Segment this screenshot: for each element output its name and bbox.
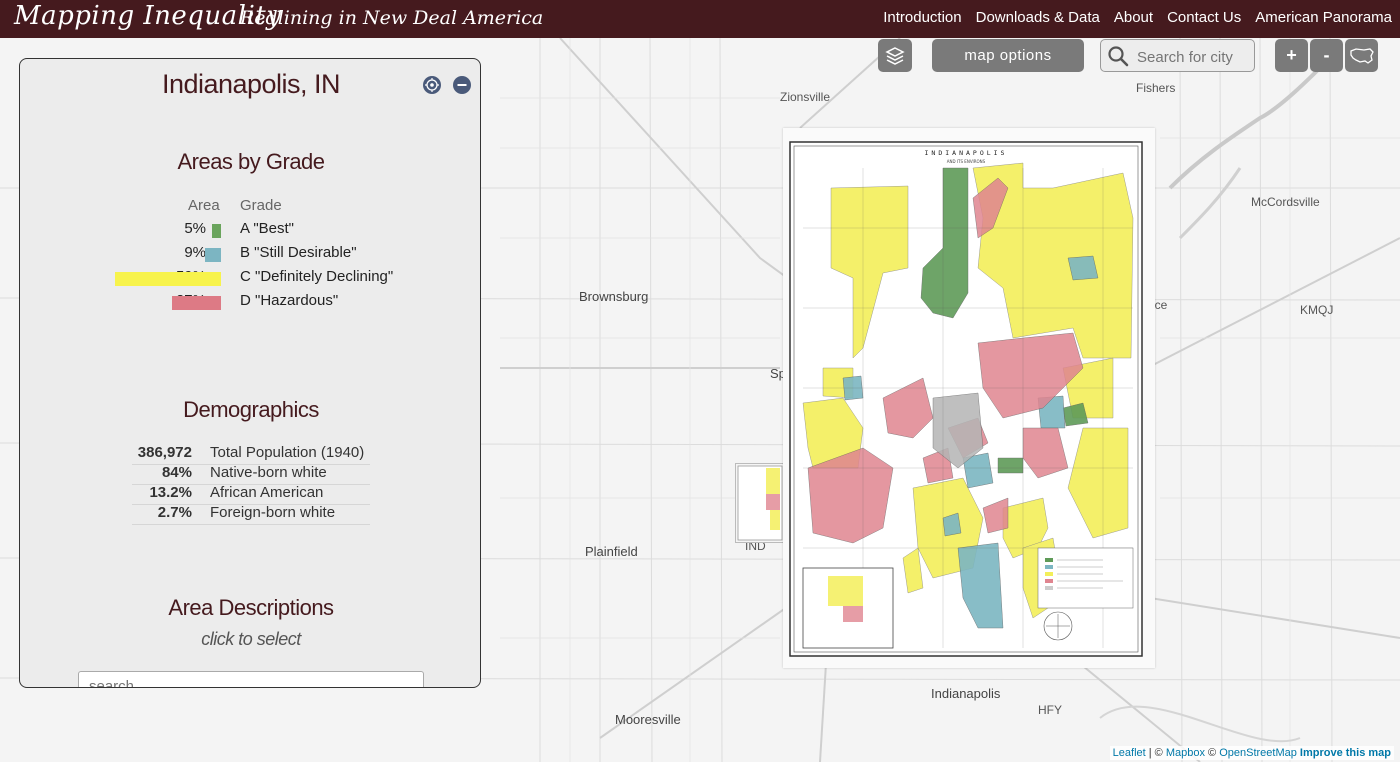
nav-introduction[interactable]: Introduction	[883, 9, 961, 26]
city-info-panel: Indianapolis, IN Areas by Grade Area Gra…	[19, 58, 481, 688]
grade-label: A "Best"	[240, 220, 295, 237]
redlining-map-scan[interactable]: INDIANAPOLIS AND ITS ENVIRONS	[783, 128, 1155, 668]
site-subtitle: Redlining in New Deal America	[240, 7, 544, 29]
col-header-area: Area	[188, 197, 220, 214]
layers-button[interactable]	[878, 39, 912, 72]
inset-map-fragment[interactable]	[735, 463, 785, 543]
demographic-value: 84%	[161, 464, 192, 481]
demographic-value: 386,972	[137, 444, 192, 461]
grade-label: B "Still Desirable"	[240, 244, 357, 261]
grade-bar	[205, 248, 221, 262]
grade-row-c[interactable]: 59% C "Definitely Declining"	[20, 268, 480, 290]
place-indianapolis: Indianapolis	[931, 686, 1001, 701]
areas-by-grade-title: Areas by Grade	[177, 149, 325, 174]
national-view-button[interactable]	[1345, 39, 1378, 72]
city-search-input[interactable]	[1135, 46, 1254, 68]
area-descriptions-title: Area Descriptions	[168, 595, 334, 620]
zoom-out-button[interactable]: -	[1310, 39, 1343, 72]
demographic-label: Native-born white	[210, 464, 327, 481]
place-kmqj: KMQJ	[1300, 303, 1334, 317]
scan-subtitle: AND ITS ENVIRONS	[947, 159, 986, 164]
city-title: Indianapolis, IN	[161, 69, 341, 99]
grade-row-b[interactable]: 9% B "Still Desirable"	[20, 244, 480, 266]
demographic-row: 2.7% Foreign-born white	[132, 504, 370, 525]
demographic-label: African American	[210, 484, 324, 501]
collapse-icon[interactable]	[453, 76, 471, 94]
top-nav: Introduction Downloads & Data About Cont…	[883, 9, 1392, 26]
demographic-value: 13.2%	[149, 484, 192, 501]
demographic-label: Foreign-born white	[210, 504, 336, 521]
map-attribution: Leaflet | © Mapbox © OpenStreetMap Impro…	[1109, 746, 1394, 760]
demographic-row: 386,972 Total Population (1940)	[132, 444, 370, 465]
demographics-title: Demographics	[183, 397, 319, 422]
osm-link[interactable]: OpenStreetMap	[1219, 747, 1297, 759]
scan-title: INDIANAPOLIS	[925, 149, 1008, 157]
grade-bar	[172, 296, 221, 310]
place-fishers: Fishers	[1136, 81, 1176, 95]
city-search-box	[1100, 39, 1255, 72]
demographic-row: 13.2% African American	[132, 484, 370, 505]
grade-bar	[115, 272, 221, 286]
col-header-grade: Grade	[240, 197, 282, 214]
grade-label: C "Definitely Declining"	[240, 268, 394, 285]
map-options-button[interactable]: map options	[932, 39, 1084, 72]
grade-bar	[212, 224, 221, 238]
nav-about[interactable]: About	[1114, 9, 1153, 26]
mapbox-link[interactable]: Mapbox	[1166, 747, 1205, 759]
click-to-select-hint: click to select	[201, 629, 301, 649]
place-hfy: HFY	[1038, 703, 1062, 717]
locate-icon[interactable]	[423, 76, 441, 94]
demographic-label: Total Population (1940)	[210, 444, 365, 461]
grade-pct: 5%	[184, 220, 206, 237]
grade-label: D "Hazardous"	[240, 292, 339, 309]
grade-row-d[interactable]: 27% D "Hazardous"	[20, 292, 480, 314]
place-mccordsville: McCordsville	[1251, 195, 1320, 209]
leaflet-link[interactable]: Leaflet	[1113, 747, 1146, 759]
place-plainfield: Plainfield	[585, 544, 638, 559]
top-header: Mapping Inequality Redlining in New Deal…	[0, 0, 1400, 38]
nav-american-panorama[interactable]: American Panorama	[1255, 9, 1392, 26]
nav-contact-us[interactable]: Contact Us	[1167, 9, 1241, 26]
grade-pct: 9%	[184, 244, 206, 261]
us-map-icon	[1349, 47, 1374, 64]
layers-icon	[885, 46, 905, 65]
zoom-in-button[interactable]: +	[1275, 39, 1308, 72]
place-zionsville: Zionsville	[780, 90, 831, 104]
place-brownsburg: Brownsburg	[579, 289, 649, 304]
nav-downloads-data[interactable]: Downloads & Data	[976, 9, 1100, 26]
place-mooresville: Mooresville	[615, 712, 681, 727]
search-icon	[1108, 46, 1129, 67]
grade-row-a[interactable]: 5% A "Best"	[20, 220, 480, 242]
demographic-value: 2.7%	[157, 504, 192, 521]
area-search-input[interactable]	[78, 671, 424, 687]
improve-map-link[interactable]: Improve this map	[1300, 747, 1391, 759]
demographic-row: 84% Native-born white	[132, 464, 370, 485]
